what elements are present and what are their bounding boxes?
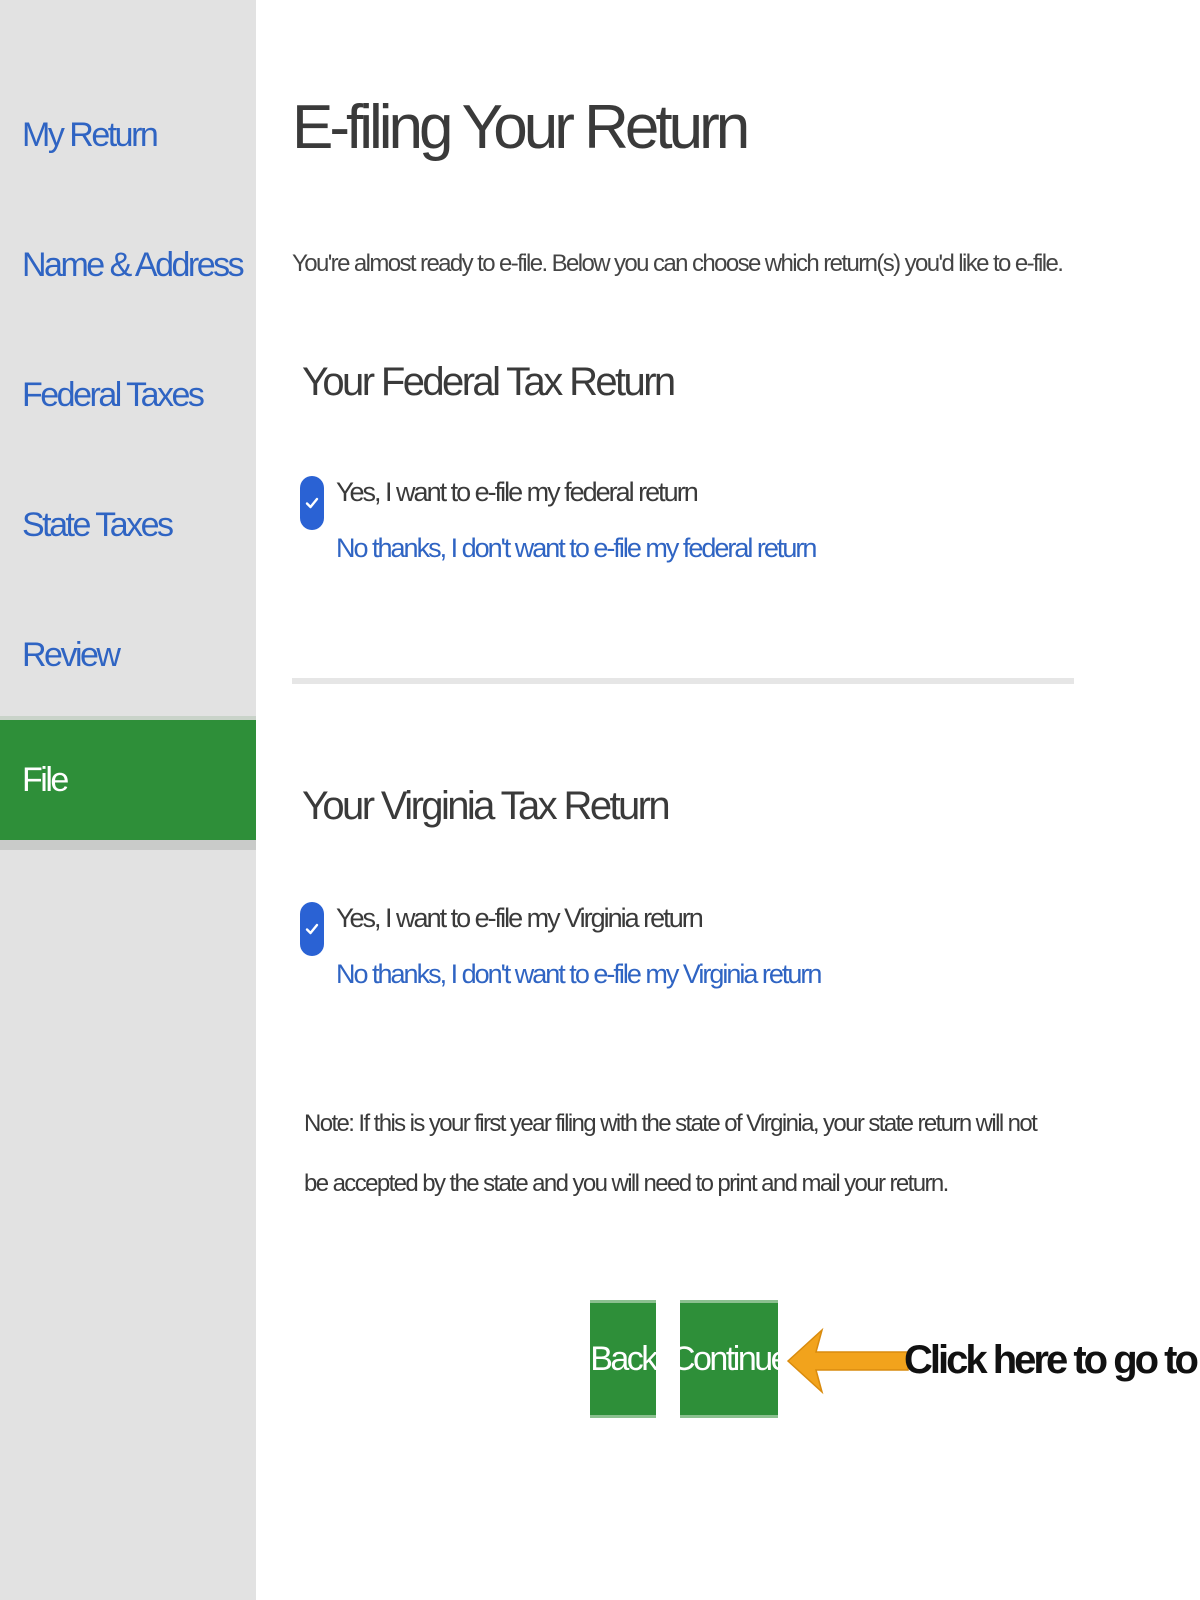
- back-button[interactable]: Back: [590, 1300, 658, 1418]
- state-filing-note: Note: If this is your first year filing …: [304, 1110, 1038, 1197]
- page: My Return Name & Address Federal Taxes S…: [0, 0, 1200, 1600]
- sidebar-item-review[interactable]: Review: [0, 590, 256, 720]
- check-icon[interactable]: [300, 902, 324, 956]
- section-divider: [292, 678, 1074, 684]
- federal-efile-yes-option[interactable]: Yes, I want to e-file my federal return: [336, 472, 815, 528]
- state-efile-yes-option[interactable]: Yes, I want to e-file my Virginia return: [336, 898, 820, 954]
- state-option-text: Yes, I want to e-file my Virginia return…: [336, 898, 822, 994]
- callout-annotation: Click here to go to next step: [904, 1338, 1200, 1382]
- page-title: E-filing Your Return: [292, 93, 750, 162]
- state-efile-options: Yes, I want to e-file my Virginia return…: [300, 898, 822, 994]
- federal-option-text: Yes, I want to e-file my federal return …: [336, 472, 817, 568]
- federal-efile-options: Yes, I want to e-file my federal return …: [300, 472, 817, 568]
- sidebar: My Return Name & Address Federal Taxes S…: [0, 0, 256, 1600]
- federal-section-heading: Your Federal Tax Return: [302, 360, 676, 404]
- federal-efile-no-link[interactable]: No thanks, I don't want to e-file my fed…: [336, 528, 817, 568]
- sidebar-item-state-taxes[interactable]: State Taxes: [0, 460, 256, 590]
- continue-button[interactable]: Continue: [671, 1300, 790, 1418]
- check-icon-glyph: [305, 497, 319, 509]
- main-content: E-filing Your Return You're almost ready…: [256, 0, 1200, 1600]
- check-icon[interactable]: [300, 476, 324, 530]
- check-icon-glyph: [305, 923, 319, 935]
- state-section-heading: Your Virginia Tax Return: [302, 784, 671, 828]
- state-efile-no-link[interactable]: No thanks, I don't want to e-file my Vir…: [336, 954, 822, 994]
- sidebar-item-name-address[interactable]: Name & Address: [0, 200, 256, 330]
- intro-text: You're almost ready to e-file. Below you…: [292, 250, 1064, 277]
- sidebar-item-my-return[interactable]: My Return: [0, 70, 256, 200]
- sidebar-item-file[interactable]: File: [0, 720, 256, 850]
- arrow-left-icon: [786, 1327, 909, 1395]
- sidebar-item-federal-taxes[interactable]: Federal Taxes: [0, 330, 256, 460]
